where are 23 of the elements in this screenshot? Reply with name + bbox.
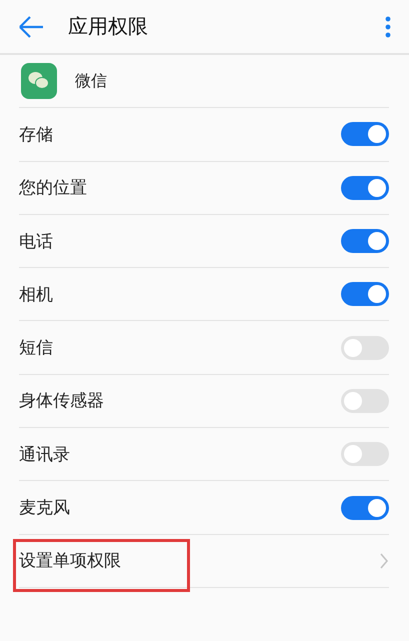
toggle-switch[interactable] [341,282,389,306]
permission-label: 麦克风 [19,497,71,520]
toggle-switch[interactable] [341,176,389,200]
toggle-switch[interactable] [341,496,389,520]
more-menu-icon[interactable] [385,16,391,38]
permission-label: 身体传感器 [19,390,105,412]
toggle-switch[interactable] [341,442,389,466]
chat-app-icon [21,63,57,100]
toggle-switch[interactable] [341,229,389,254]
settings-link[interactable]: 设置单项权限 [19,549,379,572]
permission-label: 相机 [19,284,54,306]
permission-label: 存储 [19,124,54,146]
permission-label: 短信 [19,337,54,360]
page-title: 应用权限 [68,13,149,40]
permission-label: 您的位置 [19,177,88,200]
toggle-switch[interactable] [341,388,389,413]
toggle-switch[interactable] [341,122,389,146]
toggle-switch[interactable] [341,336,389,360]
back-arrow-icon[interactable] [18,16,44,38]
app-name: 微信 [75,70,107,92]
permission-label: 通讯录 [19,444,71,466]
chevron-right-icon [379,552,389,569]
permission-label: 电话 [19,230,54,253]
